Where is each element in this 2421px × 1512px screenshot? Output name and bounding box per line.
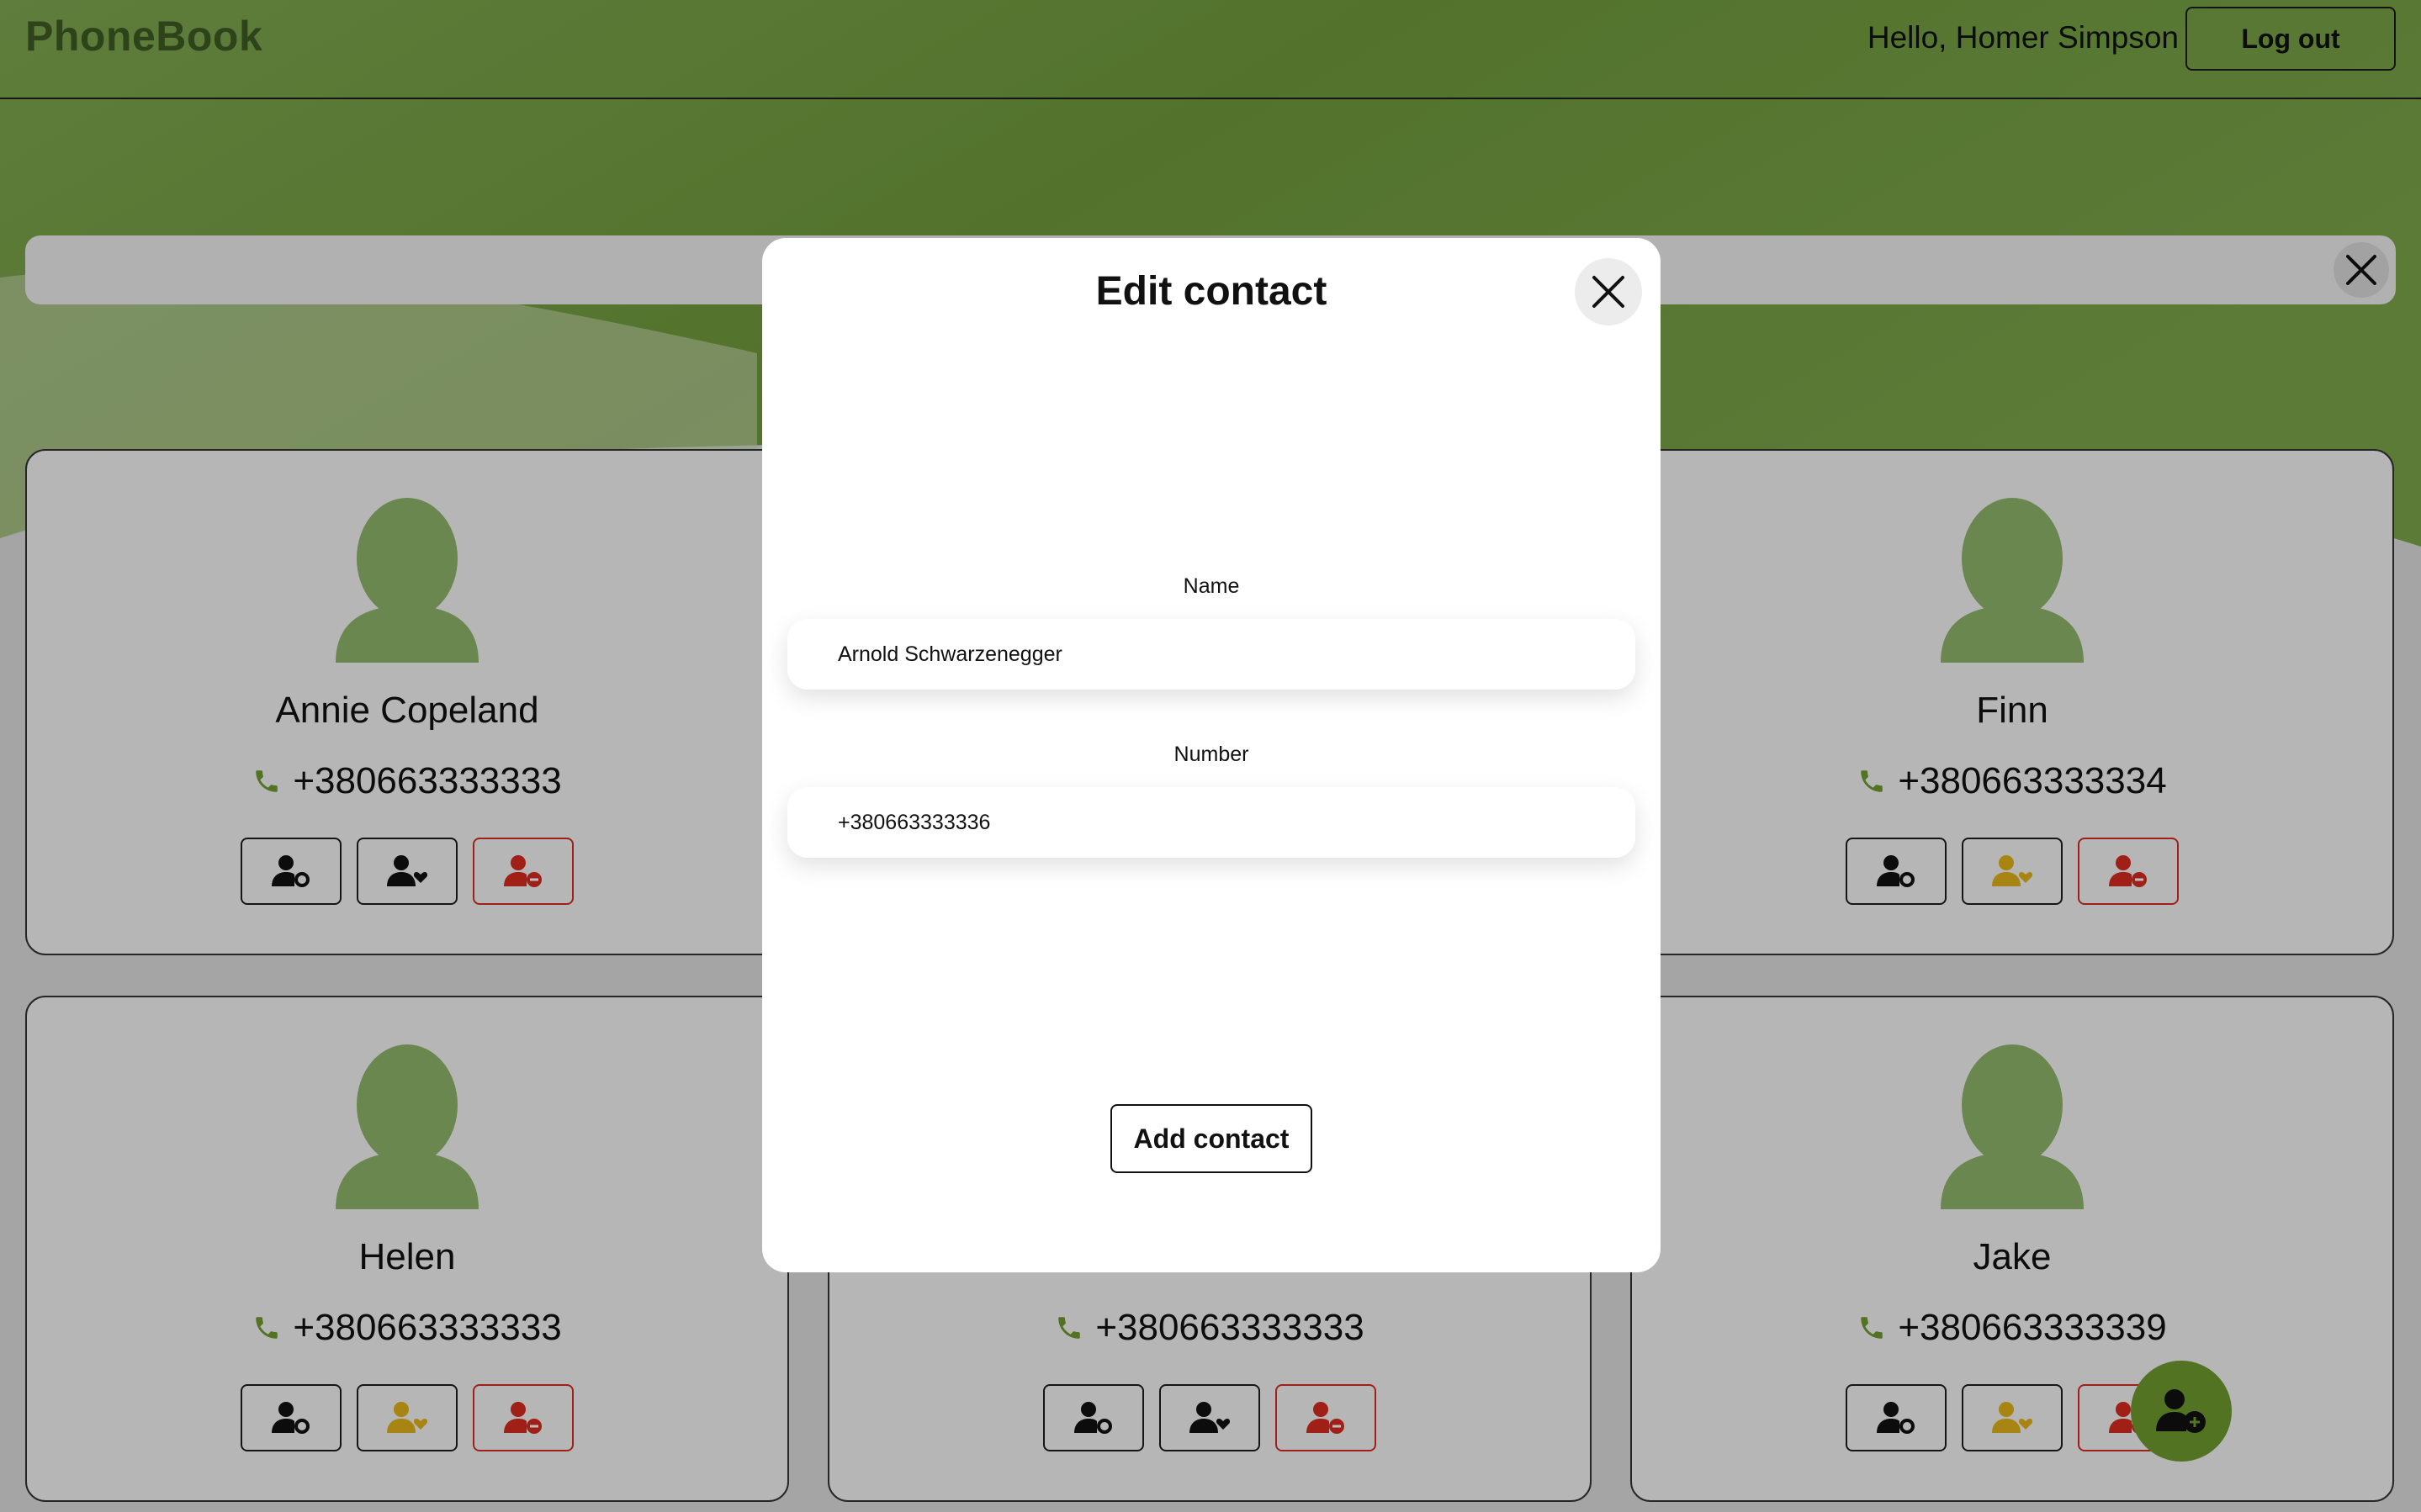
close-icon (1592, 276, 1624, 308)
edit-contact-modal: Edit contact Name Number Add contact (762, 238, 1661, 1272)
add-contact-button[interactable]: Add contact (1110, 1104, 1312, 1173)
number-input[interactable] (787, 787, 1635, 858)
modal-close-button[interactable] (1575, 258, 1642, 325)
number-label: Number (1173, 743, 1249, 766)
name-input[interactable] (787, 619, 1635, 690)
modal-title: Edit contact (1095, 269, 1327, 314)
name-label: Name (1183, 574, 1240, 598)
